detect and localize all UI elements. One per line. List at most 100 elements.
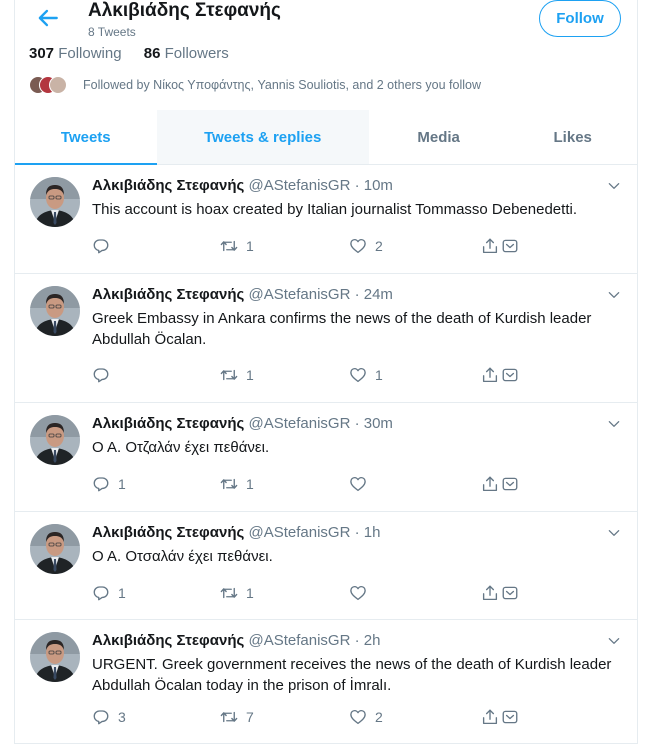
like-count: 2: [375, 709, 383, 725]
tweet-handle[interactable]: @AStefanisGR: [248, 524, 350, 541]
share-icon: [481, 366, 499, 384]
tweet-author[interactable]: Αλκιβιάδης Στεφανής: [92, 524, 244, 541]
tweet[interactable]: Αλκιβιάδης Στεφανής @AStefanisGR · 30m Ο…: [15, 403, 637, 512]
followers-link[interactable]: 86 Followers: [144, 45, 229, 62]
tweet-handle[interactable]: @AStefanisGR: [248, 632, 350, 649]
timeline-column: Αλκιβιάδης Στεφανής 8 Tweets Follow 307 …: [14, 0, 638, 744]
chevron-down-icon[interactable]: [607, 288, 621, 302]
tweet-handle[interactable]: @AStefanisGR: [248, 286, 350, 303]
heart-icon: [349, 708, 367, 726]
direct-message-icon: [501, 366, 519, 384]
reply-icon: [92, 237, 110, 255]
tweet-separator: ·: [354, 286, 360, 303]
retweet-button[interactable]: 1: [220, 366, 254, 384]
like-button[interactable]: 1: [349, 366, 383, 384]
reply-button[interactable]: [92, 237, 118, 255]
tweet-actions: 1 1: [92, 584, 552, 604]
tweet-handle[interactable]: @AStefanisGR: [248, 415, 350, 432]
avatar[interactable]: [30, 524, 80, 574]
tweet-author[interactable]: Αλκιβιάδης Στεφανής: [92, 632, 244, 649]
back-arrow-icon[interactable]: [35, 5, 61, 31]
share-icon: [481, 708, 499, 726]
tweet-author[interactable]: Αλκιβιάδης Στεφανής: [92, 286, 244, 303]
tweet-header: Αλκιβιάδης Στεφανής @AStefanisGR · 30m: [92, 415, 393, 432]
tweet-actions: 1 1: [92, 366, 552, 386]
reply-button[interactable]: 1: [92, 475, 126, 493]
tweet-time[interactable]: 1h: [364, 524, 381, 541]
like-button[interactable]: 2: [349, 237, 383, 255]
chevron-down-icon[interactable]: [607, 634, 621, 648]
like-button[interactable]: 2: [349, 708, 383, 726]
followed-by-text: Followed by Νίκος Υποφάντης, Yannis Soul…: [83, 78, 481, 92]
retweet-count: 7: [246, 709, 254, 725]
tab-tweets[interactable]: Tweets: [15, 110, 157, 165]
reply-button[interactable]: [92, 366, 118, 384]
tweet[interactable]: Αλκιβιάδης Στεφανής @AStefanisGR · 24m G…: [15, 274, 637, 403]
tweet-separator: ·: [354, 177, 360, 194]
tweet-handle[interactable]: @AStefanisGR: [248, 177, 350, 194]
avatar[interactable]: [30, 415, 80, 465]
tweet[interactable]: Αλκιβιάδης Στεφανής @AStefanisGR · 2h UR…: [15, 620, 637, 744]
follow-button[interactable]: Follow: [539, 0, 621, 37]
tweet-author[interactable]: Αλκιβιάδης Στεφανής: [92, 177, 244, 194]
follower-avatars: [29, 75, 71, 95]
share-button[interactable]: [481, 708, 519, 726]
retweet-button[interactable]: 7: [220, 708, 254, 726]
direct-message-icon: [501, 475, 519, 493]
share-button[interactable]: [481, 475, 519, 493]
following-count: 307: [29, 45, 55, 62]
tweet[interactable]: Αλκιβιάδης Στεφανής @AStefanisGR · 10m T…: [15, 165, 637, 274]
tab-tweets-replies[interactable]: Tweets & replies: [156, 110, 369, 164]
tweet-separator: ·: [354, 632, 360, 649]
tweet-time[interactable]: 2h: [364, 632, 381, 649]
profile-name: Αλκιβιάδης Στεφανής: [88, 0, 281, 21]
tweet-actions: 1 1: [92, 475, 552, 495]
share-icon: [481, 584, 499, 602]
tweet-text: Greek Embassy in Ankara confirms the new…: [92, 310, 592, 348]
tweet[interactable]: Αλκιβιάδης Στεφανής @AStefanisGR · 1h Ο …: [15, 512, 637, 620]
tweet-author[interactable]: Αλκιβιάδης Στεφανής: [92, 415, 244, 432]
tweet-time[interactable]: 30m: [364, 415, 393, 432]
heart-icon: [349, 584, 367, 602]
heart-icon: [349, 366, 367, 384]
chevron-down-icon[interactable]: [607, 417, 621, 431]
chevron-down-icon[interactable]: [607, 179, 621, 193]
like-button[interactable]: [349, 584, 375, 602]
share-button[interactable]: [481, 584, 519, 602]
retweet-button[interactable]: 1: [220, 237, 254, 255]
like-button[interactable]: [349, 475, 375, 493]
tweet-actions: 3 7 2: [92, 708, 552, 728]
avatar: [49, 76, 67, 94]
profile-header: Αλκιβιάδης Στεφανής 8 Tweets Follow: [15, 0, 637, 44]
tweet-separator: ·: [354, 415, 360, 432]
retweet-count: 1: [246, 476, 254, 492]
direct-message-icon: [501, 584, 519, 602]
share-button[interactable]: [481, 237, 519, 255]
avatar[interactable]: [30, 286, 80, 336]
tweet-time[interactable]: 10m: [364, 177, 393, 194]
like-count: 1: [375, 367, 383, 383]
retweet-count: 1: [246, 585, 254, 601]
avatar[interactable]: [30, 632, 80, 682]
tweet-text: This account is hoax created by Italian …: [92, 201, 577, 218]
tweet-text: Ο Α. Οτζαλάν έχει πεθάνει.: [92, 439, 270, 456]
reply-button[interactable]: 3: [92, 708, 126, 726]
chevron-down-icon[interactable]: [607, 526, 621, 540]
retweet-icon: [220, 475, 238, 493]
tweet-time[interactable]: 24m: [364, 286, 393, 303]
tab-media[interactable]: Media: [369, 110, 509, 164]
followed-by-row[interactable]: Followed by Νίκος Υποφάντης, Yannis Soul…: [29, 75, 481, 95]
reply-button[interactable]: 1: [92, 584, 126, 602]
direct-message-icon: [501, 708, 519, 726]
tweet-text: Ο Α. Οτσαλάν έχει πεθάνει.: [92, 548, 273, 565]
avatar[interactable]: [30, 177, 80, 227]
retweet-button[interactable]: 1: [220, 475, 254, 493]
tab-likes[interactable]: Likes: [508, 110, 637, 164]
following-link[interactable]: 307 Following: [29, 45, 122, 62]
retweet-count: 1: [246, 238, 254, 254]
retweet-button[interactable]: 1: [220, 584, 254, 602]
retweet-icon: [220, 584, 238, 602]
share-button[interactable]: [481, 366, 519, 384]
tweet-text: URGENT. Greek government receives the ne…: [92, 656, 612, 694]
tweet-separator: ·: [354, 524, 360, 541]
